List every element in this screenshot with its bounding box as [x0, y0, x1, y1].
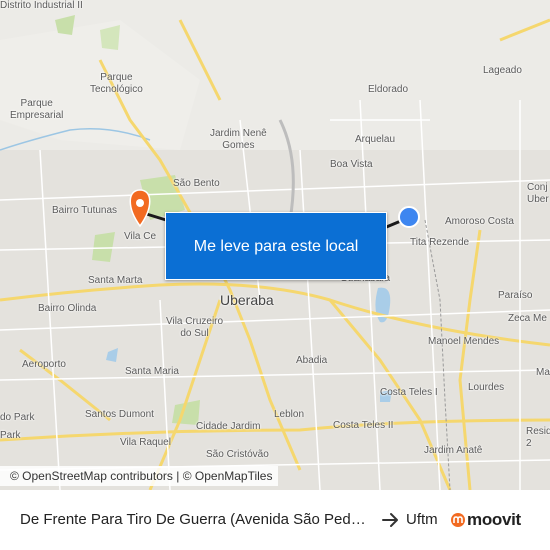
map-label: Boa Vista	[330, 159, 373, 170]
origin-location-icon[interactable]	[398, 206, 420, 228]
attribution-text[interactable]: © OpenStreetMap contributors | © OpenMap…	[10, 469, 272, 483]
map-label: Cidade Jardim	[196, 421, 261, 432]
map-label: São Bento	[173, 178, 220, 189]
map-label: Ma	[536, 367, 550, 378]
map-label: Bairro Tutunas	[52, 205, 118, 216]
map-label: Manoel Mendes	[428, 336, 500, 347]
map-label: Zeca Me	[508, 313, 547, 324]
map-attribution[interactable]: © OpenStreetMap contributors | © OpenMap…	[0, 466, 279, 486]
map-label: Lageado	[483, 65, 522, 76]
map-label: Santa Maria	[125, 366, 179, 377]
map-view[interactable]: Distrito Industrial II Parque Tecnológic…	[0, 0, 550, 490]
destination-name: Uftm	[406, 511, 438, 528]
map-label: São Cristóvão	[206, 449, 269, 460]
map-label: Santa Marta	[88, 275, 143, 286]
map-label: do Park	[0, 412, 35, 423]
map-label: Abadia	[296, 355, 328, 366]
city-label: Uberaba	[220, 292, 274, 308]
map-label: Distrito Industrial II	[0, 0, 83, 11]
map-label: Bairro Olinda	[38, 303, 97, 314]
map-label: Leblon	[274, 409, 305, 420]
take-me-there-button[interactable]: Me leve para este local	[165, 212, 387, 280]
origin-stop-name: De Frente Para Tiro De Guerra (Avenida S…	[20, 511, 370, 528]
map-label: Costa Teles I	[380, 387, 438, 398]
map-label: Eldorado	[368, 84, 409, 95]
map-label: Parque Empresarial	[10, 98, 64, 121]
map-label: Costa Teles II	[333, 420, 394, 431]
map-label: Park	[0, 430, 21, 441]
map-label: Conj Uber	[527, 182, 549, 205]
map-label: Jardim Nenê Gomes	[210, 128, 267, 151]
map-label: Santos Dumont	[85, 409, 154, 420]
map-label: Paraíso	[498, 290, 533, 301]
map-label: Vila Raquel	[120, 437, 171, 448]
map-label: Jardim Anatê	[424, 445, 483, 456]
map-label: Arquelau	[355, 134, 396, 145]
moovit-wordmark: moovit	[467, 510, 521, 529]
moovit-logo-icon	[451, 513, 465, 527]
park-area	[55, 15, 75, 35]
map-label: Vila Ce	[124, 231, 157, 242]
moovit-logo[interactable]: moovit	[450, 509, 521, 531]
map-label: Parque Tecnológico	[90, 72, 143, 95]
map-label: Aeroporto	[22, 359, 66, 370]
map-label: Lourdes	[468, 382, 505, 393]
map-label: Resid 2	[526, 426, 550, 449]
map-label: Amoroso Costa	[445, 216, 514, 227]
trip-footer: De Frente Para Tiro De Guerra (Avenida S…	[0, 490, 550, 550]
map-label: Vila Cruzeiro do Sul	[166, 316, 224, 339]
map-label: Tita Rezende	[410, 237, 470, 248]
arrow-right-icon	[382, 513, 398, 527]
